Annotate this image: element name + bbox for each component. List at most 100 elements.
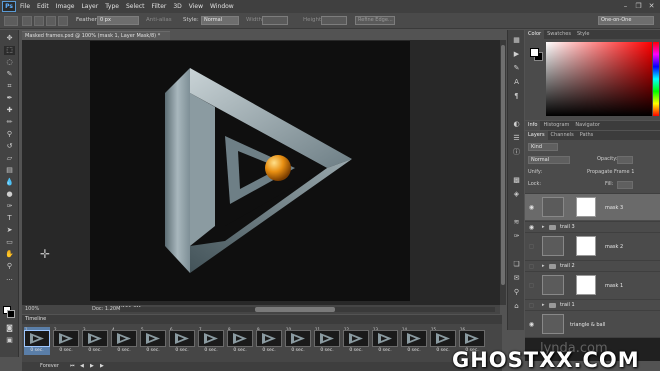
- close-icon[interactable]: ✕: [647, 2, 656, 11]
- timeline-frame[interactable]: 110 sec.: [314, 327, 340, 355]
- layer-name[interactable]: trail 1: [560, 302, 575, 308]
- more-tools-icon[interactable]: ···: [4, 276, 15, 285]
- eye-icon[interactable]: ▢: [528, 302, 535, 309]
- style-select[interactable]: Normal: [201, 16, 239, 25]
- frame-delay[interactable]: 0 sec.: [314, 348, 340, 353]
- next-frame-icon[interactable]: ▶: [100, 362, 104, 371]
- opacity-input[interactable]: [617, 156, 633, 164]
- info-panel-icon[interactable]: ⓘ: [512, 148, 521, 157]
- layer-name[interactable]: triangle & ball: [570, 322, 605, 328]
- eye-icon[interactable]: ◉: [528, 224, 535, 231]
- paths-panel-icon[interactable]: ✑: [512, 232, 521, 241]
- timeline-frame[interactable]: 90 sec.: [256, 327, 282, 355]
- refine-edge-button[interactable]: Refine Edge...: [355, 16, 395, 25]
- timeline-frame[interactable]: 70 sec.: [198, 327, 224, 355]
- menu-image[interactable]: Image: [56, 3, 75, 10]
- tab-channels[interactable]: Channels: [548, 131, 577, 140]
- layer-name[interactable]: trail 3: [560, 224, 575, 230]
- shape-tool-icon[interactable]: ▭: [4, 238, 15, 247]
- tab-info[interactable]: Info: [525, 121, 541, 130]
- timeline-frame[interactable]: 80 sec.: [227, 327, 253, 355]
- timeline-frame[interactable]: 130 sec.: [372, 327, 398, 355]
- pen-tool-icon[interactable]: ✑: [4, 202, 15, 211]
- swatches-panel-icon[interactable]: ▩: [512, 176, 521, 185]
- canvas[interactable]: [90, 41, 410, 301]
- layer-mask-thumbnail[interactable]: [576, 197, 596, 217]
- menu-filter[interactable]: Filter: [152, 3, 167, 10]
- timeline-frame[interactable]: 30 sec.: [82, 327, 108, 355]
- layer-mask-thumbnail[interactable]: [576, 275, 596, 295]
- menu-type[interactable]: Type: [105, 3, 119, 10]
- tab-histogram[interactable]: Histogram: [540, 121, 572, 130]
- chevron-right-icon[interactable]: ▸: [542, 224, 545, 230]
- frame-delay[interactable]: 0 sec.: [24, 348, 50, 353]
- character-panel-icon[interactable]: A: [512, 78, 521, 87]
- layer-row[interactable]: ▢ mask 1: [525, 271, 660, 298]
- eye-icon[interactable]: ▢: [528, 282, 535, 289]
- play-icon[interactable]: ▶: [90, 362, 94, 371]
- vertical-scroll-thumb[interactable]: [501, 45, 505, 285]
- layer-name[interactable]: mask 3: [605, 205, 623, 211]
- menu-select[interactable]: Select: [126, 3, 145, 10]
- brush-tool-icon[interactable]: ✏: [4, 118, 15, 127]
- color-panel-foreground-swatch[interactable]: [530, 48, 539, 57]
- layer-row[interactable]: ◉ mask 3: [525, 193, 660, 220]
- frame-delay[interactable]: 0 sec.: [169, 348, 195, 353]
- frame-delay[interactable]: 0 sec.: [53, 348, 79, 353]
- eraser-tool-icon[interactable]: ▱: [4, 154, 15, 163]
- type-tool-icon[interactable]: T: [4, 214, 15, 223]
- height-input[interactable]: [321, 16, 347, 25]
- frame-delay[interactable]: 0 sec.: [343, 348, 369, 353]
- actions-panel-icon[interactable]: ▶: [512, 50, 521, 59]
- menu-3d[interactable]: 3D: [173, 3, 181, 10]
- layer-name[interactable]: trail 2: [560, 263, 575, 269]
- feather-input[interactable]: 0 px: [97, 16, 139, 25]
- styles-panel-icon[interactable]: ◈: [512, 190, 521, 199]
- timeline-frame[interactable]: 100 sec.: [285, 327, 311, 355]
- notes-panel-icon[interactable]: ✉: [512, 274, 521, 283]
- menu-edit[interactable]: Edit: [37, 3, 49, 10]
- frame-delay[interactable]: 0 sec.: [285, 348, 311, 353]
- timeline-frame[interactable]: 140 sec.: [401, 327, 427, 355]
- zoom-level[interactable]: 100%: [25, 305, 39, 314]
- frame-delay[interactable]: 0 sec.: [198, 348, 224, 353]
- blend-mode-select[interactable]: Normal: [528, 156, 570, 164]
- tab-paths[interactable]: Paths: [577, 131, 597, 140]
- menu-window[interactable]: Window: [210, 3, 234, 10]
- workspace-select[interactable]: One-on-One: [598, 16, 654, 25]
- brush-panel-icon[interactable]: ✎: [512, 64, 521, 73]
- hand-tool-icon[interactable]: ✋: [4, 250, 15, 259]
- path-select-tool-icon[interactable]: ➤: [4, 226, 15, 235]
- frame-delay[interactable]: 0 sec.: [140, 348, 166, 353]
- eye-icon[interactable]: ▢: [528, 263, 535, 270]
- antialias-checkbox[interactable]: Anti-alias: [146, 17, 172, 23]
- lasso-tool-icon[interactable]: ◌: [4, 58, 15, 67]
- quick-select-tool-icon[interactable]: ✎: [4, 70, 15, 79]
- marquee-tool-preset-icon[interactable]: [4, 16, 18, 26]
- chevron-right-icon[interactable]: ▸: [542, 302, 545, 308]
- minimize-icon[interactable]: –: [621, 2, 630, 11]
- properties-panel-icon[interactable]: ☰: [512, 134, 521, 143]
- layer-row[interactable]: ◉ triangle & ball: [525, 310, 660, 337]
- tab-style[interactable]: Style: [574, 30, 593, 39]
- history-panel-icon[interactable]: ▦: [512, 36, 521, 45]
- clone-source-panel-icon[interactable]: ⚲: [512, 288, 521, 297]
- horizontal-scroll-thumb[interactable]: [255, 307, 335, 312]
- tab-swatches[interactable]: Swatches: [544, 30, 574, 39]
- new-selection-icon[interactable]: [22, 16, 32, 26]
- layer-name[interactable]: mask 1: [605, 283, 623, 289]
- dodge-tool-icon[interactable]: ●: [4, 190, 15, 199]
- background-color-swatch[interactable]: [7, 310, 15, 318]
- eye-icon[interactable]: ◉: [528, 204, 535, 211]
- blur-tool-icon[interactable]: 💧: [4, 178, 15, 187]
- zoom-tool-icon[interactable]: ⚲: [4, 262, 15, 271]
- menu-file[interactable]: File: [20, 3, 30, 10]
- timeline-frame[interactable]: 40 sec.: [111, 327, 137, 355]
- tab-color[interactable]: Color: [525, 30, 545, 39]
- chevron-right-icon[interactable]: ▸: [542, 263, 545, 269]
- timeline-frame[interactable]: 10 sec.: [24, 327, 50, 355]
- loop-select[interactable]: Forever: [40, 362, 59, 371]
- timeline-frame[interactable]: 50 sec.: [140, 327, 166, 355]
- tab-navigator[interactable]: Navigator: [572, 121, 602, 130]
- paragraph-panel-icon[interactable]: ¶: [512, 92, 521, 101]
